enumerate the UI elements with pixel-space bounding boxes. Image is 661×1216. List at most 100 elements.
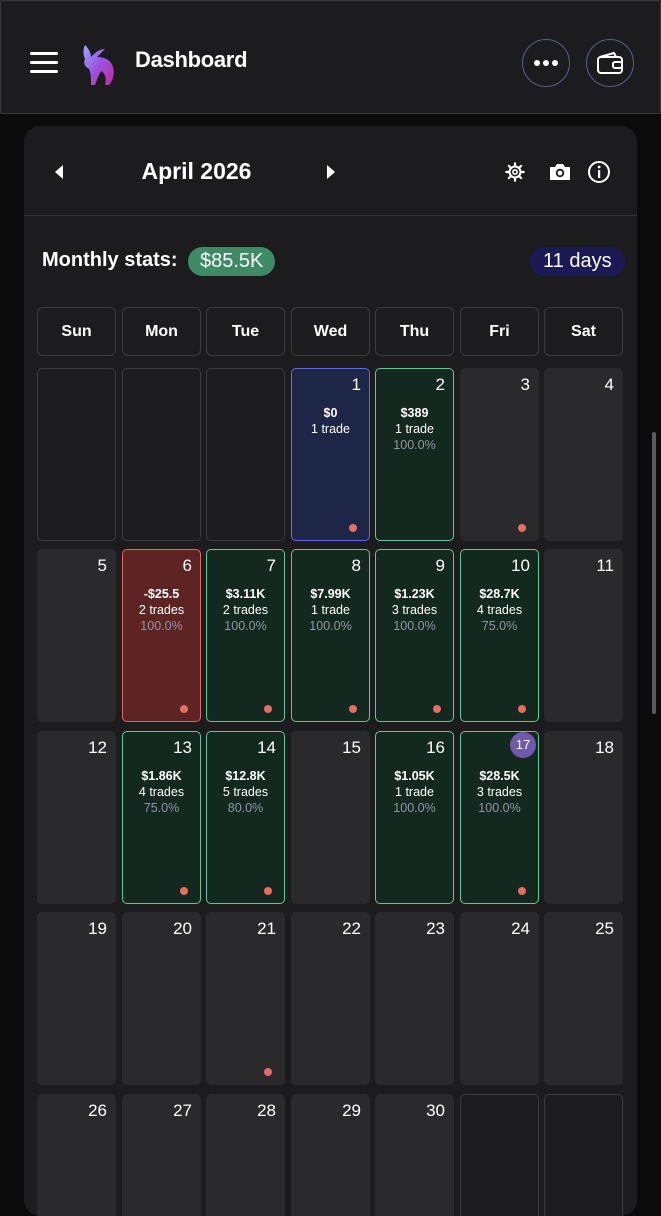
day-number: 29	[342, 1101, 361, 1120]
day-cell-22[interactable]: 22	[291, 912, 370, 1085]
note-indicator-dot	[349, 705, 357, 713]
day-cell-3[interactable]: 3	[460, 368, 539, 541]
day-cell-13[interactable]: 13 $1.86K 4 trades 75.0%	[122, 731, 201, 904]
weekday-sat: Sat	[544, 307, 623, 356]
day-cell-10[interactable]: 10 $28.7K 4 trades 75.0%	[460, 549, 539, 722]
day-cell-1[interactable]: 1 $0 1 trade	[291, 368, 370, 541]
next-month-button[interactable]	[320, 162, 340, 182]
calendar-card: April 2026 Monthly stats: $85.5K 11 days…	[24, 126, 637, 1216]
weekday-sun: Sun	[37, 307, 116, 356]
gear-icon	[505, 162, 525, 182]
day-cell-30[interactable]: 30	[375, 1094, 454, 1216]
day-trade-count: 1 trade	[311, 422, 350, 436]
day-cell-25[interactable]: 25	[544, 912, 623, 1085]
day-cell-5[interactable]: 5	[37, 549, 116, 722]
info-button[interactable]	[586, 159, 612, 185]
day-cell-26[interactable]: 26	[37, 1094, 116, 1216]
day-win-rate: 100.0%	[393, 801, 436, 815]
chevron-right-icon	[327, 165, 335, 179]
day-cell-21[interactable]: 21	[206, 912, 285, 1085]
day-cell-24[interactable]: 24	[460, 912, 539, 1085]
day-cell-29[interactable]: 29	[291, 1094, 370, 1216]
day-cell-4[interactable]: 4	[544, 368, 623, 541]
day-trade-count: 3 trades	[391, 603, 438, 617]
day-cell-2[interactable]: 2 $389 1 trade 100.0%	[375, 368, 454, 541]
hamburger-menu-icon[interactable]	[30, 52, 58, 74]
day-cell-7[interactable]: 7 $3.11K 2 trades 100.0%	[206, 549, 285, 722]
day-number: 2	[435, 375, 445, 394]
day-cell-11[interactable]: 11	[544, 549, 623, 722]
day-win-rate: 100.0%	[140, 619, 183, 633]
day-number: 14	[257, 738, 276, 757]
note-indicator-dot	[433, 705, 441, 713]
day-pnl-amount: $0	[323, 406, 338, 420]
camera-icon	[550, 164, 570, 180]
wallet-button[interactable]	[586, 39, 634, 87]
day-pnl-amount: $28.7K	[479, 587, 520, 601]
app-title: Dashboard	[135, 47, 248, 72]
day-trade-count: 4 trades	[476, 603, 523, 617]
info-icon	[588, 161, 610, 183]
day-win-rate: 100.0%	[224, 619, 267, 633]
note-indicator-dot	[180, 887, 188, 895]
empty-day-cell	[544, 1094, 623, 1216]
day-number: 9	[435, 556, 445, 575]
day-pnl-amount: -$25.5	[143, 587, 180, 601]
settings-button[interactable]	[502, 159, 528, 185]
more-button[interactable]	[522, 39, 570, 87]
day-pnl-amount: $3.11K	[225, 587, 266, 601]
day-number: 18	[595, 738, 614, 757]
day-cell-23[interactable]: 23	[375, 912, 454, 1085]
day-trade-count: 1 trade	[395, 422, 434, 436]
empty-day-cell	[122, 368, 201, 541]
wallet-icon	[597, 52, 623, 74]
day-pnl-amount: $389	[400, 406, 429, 420]
day-number: 1	[351, 375, 361, 394]
day-pnl-amount: $1.86K	[141, 769, 182, 783]
day-number: 28	[257, 1101, 276, 1120]
day-number: 21	[257, 919, 276, 938]
day-cell-17[interactable]: 17 $28.5K 3 trades 100.0%	[460, 731, 539, 904]
day-cell-12[interactable]: 12	[37, 731, 116, 904]
day-number: 25	[595, 919, 614, 938]
screenshot-button[interactable]	[547, 159, 573, 185]
top-bar: Dashboard	[0, 0, 661, 114]
weekday-mon: Mon	[122, 307, 201, 356]
day-win-rate: 100.0%	[393, 619, 436, 633]
day-cell-20[interactable]: 20	[122, 912, 201, 1085]
day-cell-15[interactable]: 15	[291, 731, 370, 904]
day-pnl-amount: $1.05K	[394, 769, 435, 783]
day-number: 27	[173, 1101, 192, 1120]
day-cell-28[interactable]: 28	[206, 1094, 285, 1216]
day-trade-count: 4 trades	[138, 785, 185, 799]
weekday-thu: Thu	[375, 307, 454, 356]
day-cell-6[interactable]: 6 -$25.5 2 trades 100.0%	[122, 549, 201, 722]
day-win-rate: 75.0%	[481, 619, 518, 633]
day-number: 19	[88, 919, 107, 938]
day-number: 15	[342, 738, 361, 757]
day-pnl-amount: $28.5K	[479, 769, 520, 783]
day-cell-9[interactable]: 9 $1.23K 3 trades 100.0%	[375, 549, 454, 722]
day-cell-27[interactable]: 27	[122, 1094, 201, 1216]
day-cell-14[interactable]: 14 $12.8K 5 trades 80.0%	[206, 731, 285, 904]
day-cell-8[interactable]: 8 $7.99K 1 trade 100.0%	[291, 549, 370, 722]
note-indicator-dot	[264, 705, 272, 713]
note-indicator-dot	[518, 524, 526, 532]
day-trade-count: 3 trades	[476, 785, 523, 799]
bull-logo-icon	[79, 41, 121, 87]
day-number: 23	[426, 919, 445, 938]
day-number: 11	[596, 556, 614, 575]
day-cell-19[interactable]: 19	[37, 912, 116, 1085]
scrollbar[interactable]	[652, 432, 656, 714]
day-trade-count: 2 trades	[138, 603, 185, 617]
calendar-header: April 2026	[24, 126, 637, 216]
day-cell-18[interactable]: 18	[544, 731, 623, 904]
day-win-rate: 100.0%	[393, 438, 436, 452]
day-trade-count: 1 trade	[311, 603, 350, 617]
day-number: 16	[426, 738, 445, 757]
day-win-rate: 75.0%	[143, 801, 180, 815]
day-pnl-amount: $1.23K	[394, 587, 435, 601]
day-pnl-amount: $12.8K	[225, 769, 266, 783]
day-cell-16[interactable]: 16 $1.05K 1 trade 100.0%	[375, 731, 454, 904]
weekday-fri: Fri	[460, 307, 539, 356]
